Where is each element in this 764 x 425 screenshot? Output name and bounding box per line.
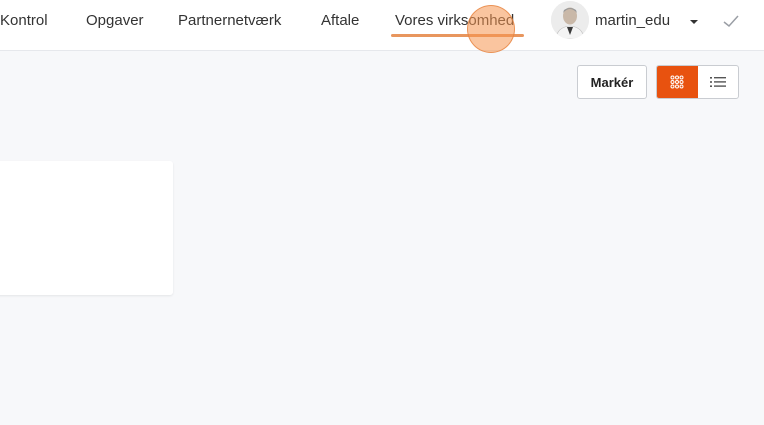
top-navigation: Kontrol Opgaver Partnernetværk Aftale Vo… bbox=[0, 0, 764, 51]
content-card[interactable] bbox=[0, 161, 173, 295]
nav-item-opgaver[interactable]: Opgaver bbox=[86, 12, 144, 30]
nav-item-aftale[interactable]: Aftale bbox=[321, 12, 359, 30]
nav-item-kontrol[interactable]: Kontrol bbox=[0, 12, 48, 30]
nav-item-vores-virksomhed[interactable]: Vores virksomhed bbox=[395, 12, 514, 30]
grid-icon bbox=[670, 75, 684, 89]
active-tab-indicator bbox=[391, 34, 524, 37]
check-icon[interactable] bbox=[722, 13, 740, 29]
user-avatar[interactable] bbox=[551, 1, 589, 39]
chevron-down-icon[interactable] bbox=[688, 18, 700, 26]
view-mode-toggle bbox=[656, 65, 739, 99]
user-avatar-icon bbox=[551, 1, 589, 39]
list-icon bbox=[709, 77, 726, 87]
list-view-button[interactable] bbox=[698, 66, 739, 98]
nav-item-partnernetvaerk[interactable]: Partnernetværk bbox=[178, 12, 281, 30]
grid-view-button[interactable] bbox=[657, 66, 698, 98]
mark-button[interactable]: Markér bbox=[577, 65, 647, 99]
username[interactable]: martin_edu bbox=[595, 12, 670, 29]
